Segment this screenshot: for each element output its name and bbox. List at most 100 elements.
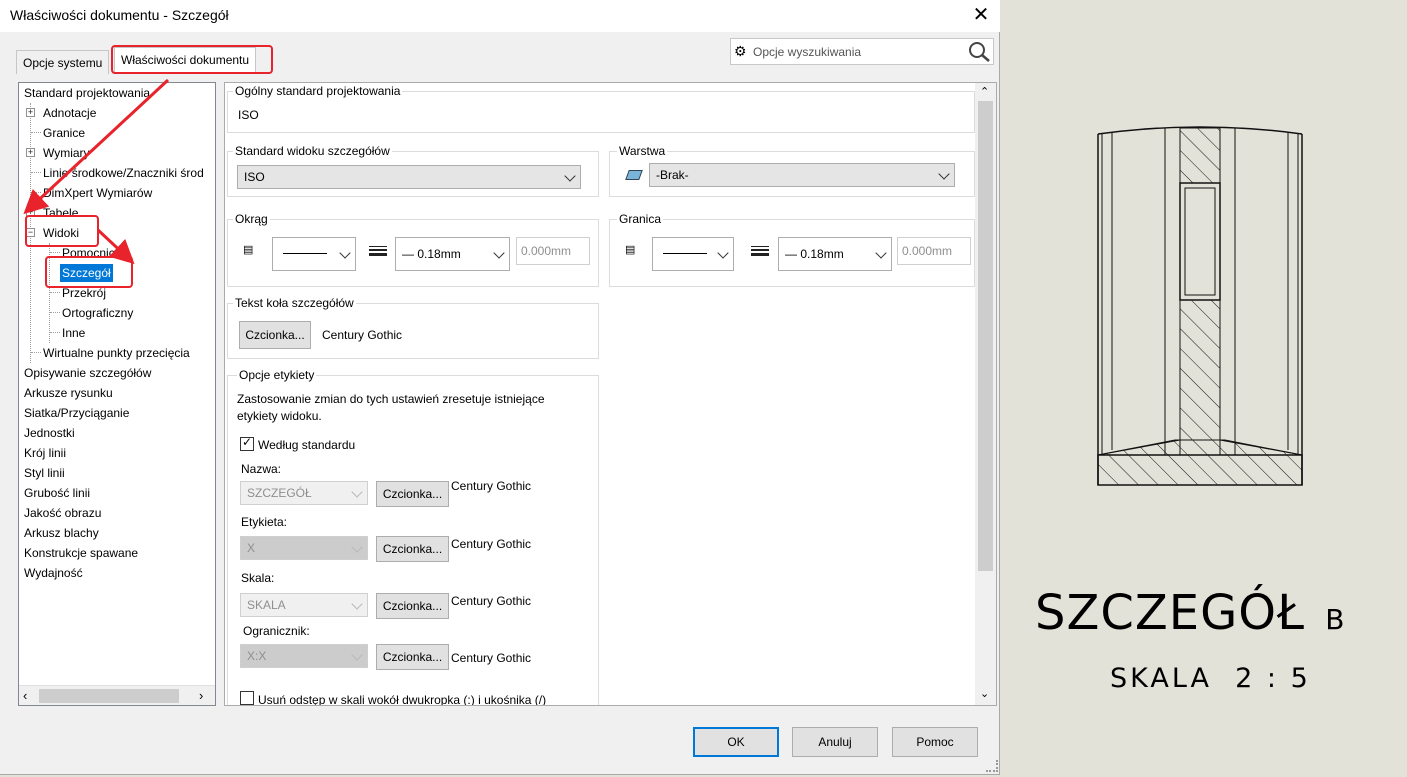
circle-label: Okrąg <box>233 212 270 226</box>
delimiter-field-value: X:X <box>247 649 267 663</box>
resize-grip-icon[interactable] <box>986 760 998 772</box>
scroll-thumb[interactable] <box>978 101 993 571</box>
chevron-down-icon <box>564 170 576 182</box>
border-thickness-value: — 0.18mm <box>785 247 844 261</box>
detail-circle-text-label: Tekst koła szczegółów <box>233 296 356 310</box>
ok-button[interactable]: OK <box>693 727 779 757</box>
chevron-down-icon <box>351 486 363 498</box>
delimiter-font-name: Century Gothic <box>451 651 532 665</box>
tree-item-units[interactable]: Jednostki <box>24 424 75 442</box>
label-field-select[interactable]: X <box>240 536 368 560</box>
scroll-down-icon[interactable]: ⌄ <box>980 687 989 700</box>
drawing-letter: B <box>1325 603 1346 636</box>
tree-item-detailing[interactable]: Opisywanie szczegółów <box>24 364 151 382</box>
tree-item-virtual-sharps[interactable]: Wirtualne punkty przecięcia <box>43 344 190 362</box>
delimiter-font-button[interactable]: Czcionka... <box>376 644 449 670</box>
layer-select[interactable]: -Brak- <box>649 163 955 187</box>
border-custom-thickness[interactable]: 0.000mm <box>897 237 971 265</box>
search-icon[interactable] <box>967 41 991 63</box>
name-field-select[interactable]: SZCZEGÓŁ <box>240 481 368 505</box>
cancel-button[interactable]: Anuluj <box>792 727 878 757</box>
search-box[interactable]: ⚙ Opcje wyszukiwania <box>730 38 994 65</box>
tree-item-line-style[interactable]: Styl linii <box>24 464 65 482</box>
label-field-label: Etykieta: <box>241 515 288 529</box>
tree-item-sheet-metal[interactable]: Arkusz blachy <box>24 524 99 542</box>
label-field-value: X <box>247 541 256 555</box>
detail-standard-select[interactable]: ISO <box>237 165 581 189</box>
tree-item-image-quality[interactable]: Jakość obrazu <box>24 504 101 522</box>
chevron-down-icon <box>351 541 363 553</box>
tree-horizontal-scrollbar[interactable]: ‹ › <box>19 685 215 705</box>
scroll-thumb[interactable] <box>39 689 179 703</box>
layer-value: -Brak- <box>656 168 689 182</box>
chevron-down-icon <box>351 598 363 610</box>
by-standard-label: Według standardu <box>258 438 356 452</box>
detail-drawing <box>1097 126 1303 486</box>
layer-label: Warstwa <box>617 144 668 158</box>
tree-item-other[interactable]: Inne <box>62 324 85 342</box>
scale-field-value: SKALA <box>247 598 286 612</box>
close-icon[interactable]: ✕ <box>968 2 994 28</box>
search-placeholder: Opcje wyszukiwania <box>753 45 862 59</box>
tree-item-performance[interactable]: Wydajność <box>24 564 83 582</box>
line-thickness-icon <box>751 246 769 258</box>
scroll-up-icon[interactable]: ⌃ <box>980 85 989 98</box>
circle-custom-thickness[interactable]: 0.000mm <box>516 237 590 265</box>
line-thickness-icon <box>369 246 387 258</box>
panel-vertical-scrollbar[interactable]: ⌃ ⌄ <box>975 83 996 705</box>
circle-thickness-value: — 0.18mm <box>402 247 461 261</box>
tree-item-orthographic[interactable]: Ortograficzny <box>62 304 133 322</box>
label-options-note-2: etykiety widoku. <box>237 409 322 423</box>
label-options-note-1: Zastosowanie zmian do tych ustawień zres… <box>237 392 545 406</box>
detail-standard-label: Standard widoku szczegółów <box>233 144 392 158</box>
name-font-button[interactable]: Czcionka... <box>376 481 449 507</box>
scroll-left-icon[interactable]: ‹ <box>23 688 27 703</box>
label-options-label: Opcje etykiety <box>237 368 317 382</box>
delimiter-field-label: Ogranicznik: <box>243 624 310 638</box>
scroll-right-icon[interactable]: › <box>199 688 203 703</box>
border-thickness-select[interactable]: — 0.18mm <box>778 237 892 271</box>
chevron-down-icon <box>717 247 729 259</box>
chevron-down-icon <box>339 247 351 259</box>
chevron-down-icon <box>351 649 363 661</box>
tree-item-drawing-sheets[interactable]: Arkusze rysunku <box>24 384 113 402</box>
circle-thickness-select[interactable]: — 0.18mm <box>395 237 510 271</box>
label-font-name: Century Gothic <box>451 537 532 551</box>
help-button[interactable]: Pomoc <box>892 727 978 757</box>
detail-circle-font-name: Century Gothic <box>322 328 403 342</box>
document-properties-dialog: Właściwości dokumentu - Szczegół ✕ Opcje… <box>0 0 1000 775</box>
scale-field-select[interactable]: SKALA <box>240 593 368 617</box>
by-standard-checkbox[interactable]: ✓ <box>240 435 254 451</box>
line-style-icon: ▤ <box>625 244 636 256</box>
design-standard-value: ISO <box>238 108 259 122</box>
check-icon: ✓ <box>242 435 253 449</box>
name-font-name: Century Gothic <box>451 479 532 493</box>
drawing-label: SZCZEGÓŁ B <box>1035 585 1346 641</box>
chevron-down-icon <box>875 247 887 259</box>
tree-item-line-thickness[interactable]: Grubość linii <box>24 484 90 502</box>
drawing-scale: SKALA 2 : 5 <box>1110 663 1311 694</box>
border-line-style-select[interactable] <box>652 237 734 271</box>
label-font-button[interactable]: Czcionka... <box>376 536 449 562</box>
line-style-icon: ▤ <box>243 244 253 256</box>
tree-item-grid-snap[interactable]: Siatka/Przyciąganie <box>24 404 129 422</box>
tree-item-weldments[interactable]: Konstrukcje spawane <box>24 544 138 562</box>
border-label: Granica <box>617 212 664 226</box>
settings-panel: Ogólny standard projektowania ISO Standa… <box>224 82 997 706</box>
drawing-title: SZCZEGÓŁ <box>1035 585 1306 641</box>
detail-standard-value: ISO <box>244 170 265 184</box>
scale-font-button[interactable]: Czcionka... <box>376 593 449 619</box>
remove-spacing-label: Usuń odstęp w skali wokół dwukropka (:) … <box>258 693 547 706</box>
chevron-down-icon <box>493 247 505 259</box>
detail-circle-font-button[interactable]: Czcionka... <box>239 321 311 349</box>
delimiter-field-select[interactable]: X:X <box>240 644 368 668</box>
gear-icon: ⚙ <box>734 43 747 59</box>
chevron-down-icon <box>938 168 950 180</box>
remove-spacing-checkbox[interactable] <box>240 691 254 705</box>
circle-line-style-select[interactable] <box>272 237 356 271</box>
scale-font-name: Century Gothic <box>451 594 532 608</box>
name-field-value: SZCZEGÓŁ <box>247 486 312 500</box>
scale-field-label: Skala: <box>241 571 275 585</box>
tree-item-line-font[interactable]: Krój linii <box>24 444 66 462</box>
name-field-label: Nazwa: <box>241 462 282 476</box>
